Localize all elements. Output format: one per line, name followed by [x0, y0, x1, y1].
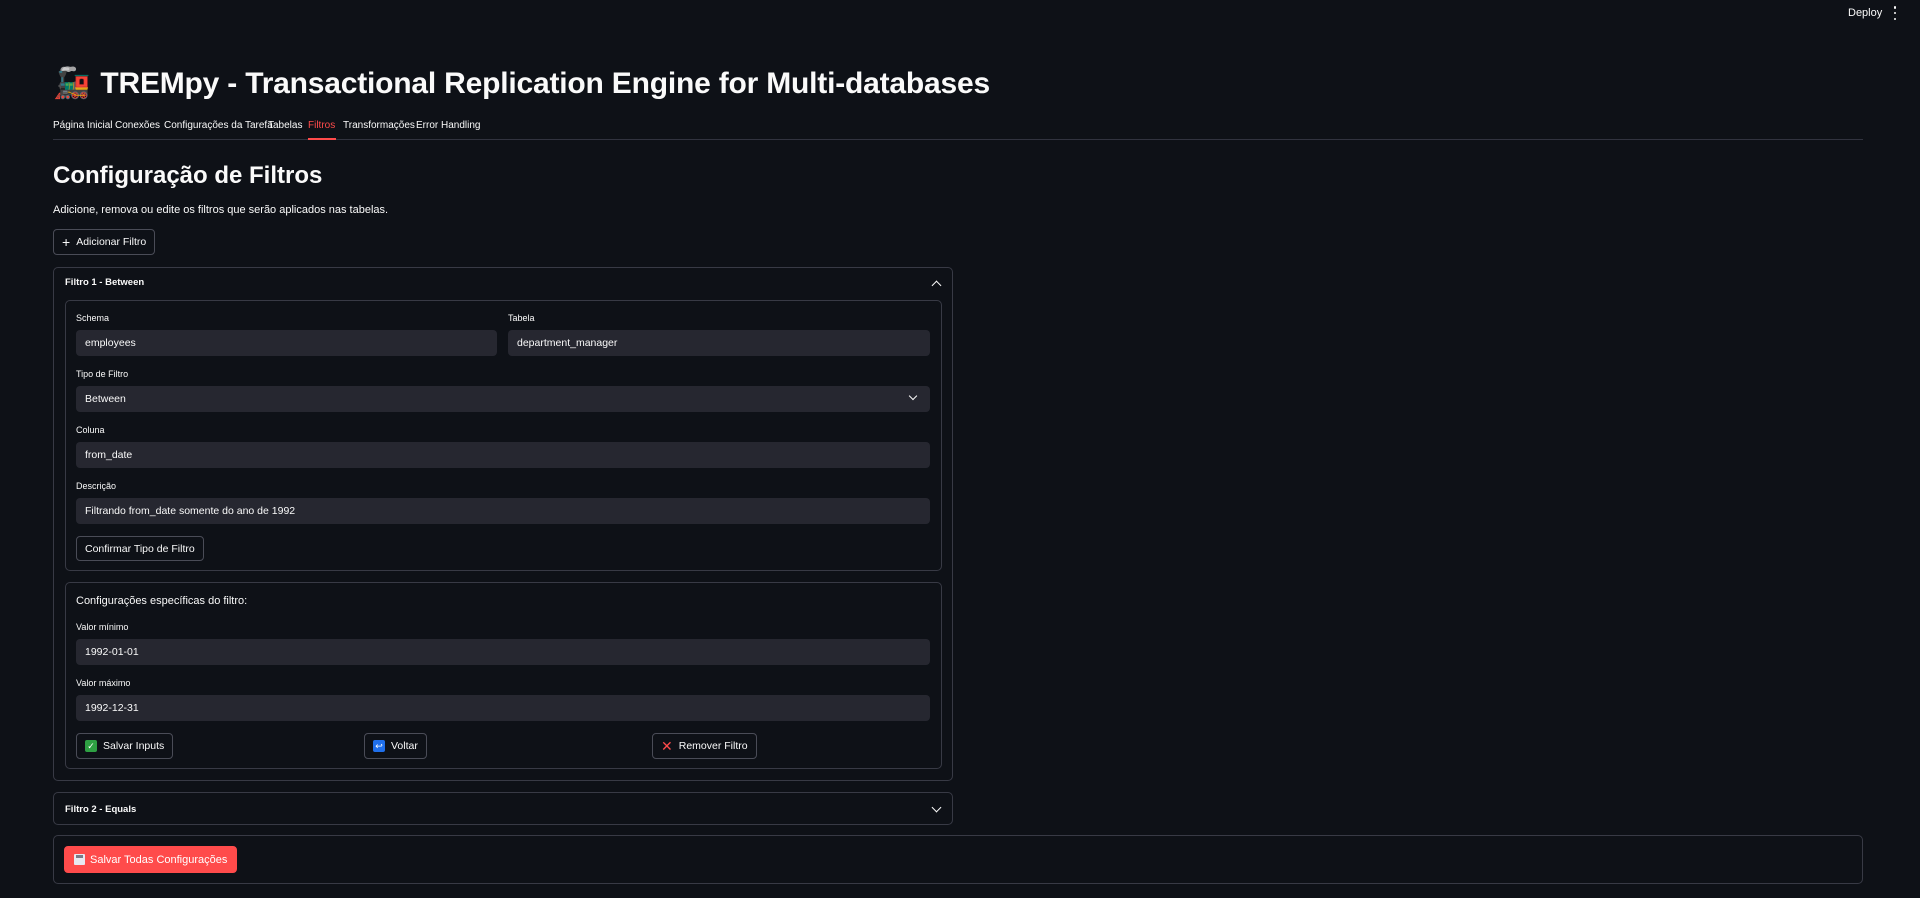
app-title: 🚂 TREMpy - Transactional Replication Eng… [53, 66, 990, 102]
top-bar: Deploy [0, 0, 1920, 28]
back-arrow-icon: ↩ [373, 740, 385, 752]
table-input[interactable]: department_manager [508, 330, 930, 356]
schema-label: Schema [76, 313, 110, 323]
column-input[interactable]: from_date [76, 442, 930, 468]
remove-filter-button[interactable]: ✕ Remover Filtro [652, 733, 757, 759]
save-all-container: Salvar Todas Configurações [53, 835, 1863, 884]
filter-2-header[interactable]: Filtro 2 - Equals [65, 804, 136, 815]
filter-1-header[interactable]: Filtro 1 - Between [65, 277, 144, 288]
specific-config-title: Configurações específicas do filtro: [76, 595, 248, 607]
chevron-up-icon[interactable] [931, 280, 942, 291]
filter-1-specific-config: Configurações específicas do filtro: Val… [65, 582, 942, 769]
train-icon: 🚂 [53, 67, 91, 100]
filter-1-expander: Filtro 1 - Between Schema employees Tabe… [53, 267, 953, 781]
save-inputs-label: Salvar Inputs [103, 740, 165, 752]
tab-error-handling[interactable]: Error Handling [416, 120, 480, 131]
filter-2-expander[interactable]: Filtro 2 - Equals [53, 792, 953, 825]
close-icon: ✕ [661, 737, 673, 754]
add-filter-button[interactable]: + Adicionar Filtro [53, 229, 156, 255]
add-filter-label: Adicionar Filtro [76, 236, 147, 248]
confirm-filter-type-button[interactable]: Confirmar Tipo de Filtro [76, 536, 204, 561]
tab-tabelas[interactable]: Tabelas [268, 120, 302, 131]
back-label: Voltar [391, 740, 418, 752]
tab-transformacoes[interactable]: Transformações [343, 120, 415, 131]
table-label: Tabela [508, 313, 535, 323]
description-input[interactable]: Filtrando from_date somente do ano de 19… [76, 498, 930, 524]
active-tab-indicator [308, 138, 336, 140]
save-inputs-button[interactable]: ✓ Salvar Inputs [76, 733, 174, 759]
description-label: Descrição [76, 481, 117, 491]
back-button[interactable]: ↩ Voltar [364, 733, 427, 759]
remove-filter-label: Remover Filtro [678, 740, 748, 752]
tab-configuracoes-tarefa[interactable]: Configurações da Tarefa [164, 120, 273, 131]
tab-conexoes[interactable]: Conexões [115, 120, 160, 131]
tab-filtros[interactable]: Filtros [308, 120, 335, 131]
checkmark-icon: ✓ [85, 740, 97, 752]
tab-pagina-inicial[interactable]: Página Inicial [53, 120, 112, 131]
filter-type-label: Tipo de Filtro [76, 369, 129, 379]
chevron-down-icon [908, 391, 918, 401]
section-description: Adicione, remova ou edite os filtros que… [53, 204, 389, 216]
floppy-disk-icon [74, 854, 85, 865]
deploy-button[interactable]: Deploy [1848, 7, 1882, 19]
plus-icon: + [62, 234, 71, 250]
max-value-label: Valor máximo [76, 678, 131, 688]
kebab-menu-icon[interactable] [1890, 6, 1900, 20]
chevron-down-icon[interactable] [931, 802, 942, 813]
save-all-label: Salvar Todas Configurações [90, 853, 228, 866]
max-value-input[interactable]: 1992-12-31 [76, 695, 930, 721]
tab-bar: Página Inicial Conexões Configurações da… [53, 118, 1863, 140]
min-value-input[interactable]: 1992-01-01 [76, 639, 930, 665]
save-all-button[interactable]: Salvar Todas Configurações [64, 846, 238, 873]
confirm-filter-type-label: Confirmar Tipo de Filtro [85, 542, 195, 555]
min-value-label: Valor mínimo [76, 622, 129, 632]
page-title: TREMpy - Transactional Replication Engin… [100, 67, 990, 100]
filter-type-select[interactable]: Between [76, 386, 930, 412]
filter-type-value: Between [85, 393, 126, 405]
filter-1-form: Schema employees Tabela department_manag… [65, 300, 942, 571]
section-heading: Configuração de Filtros [53, 162, 323, 189]
column-label: Coluna [76, 425, 105, 435]
schema-input[interactable]: employees [76, 330, 497, 356]
